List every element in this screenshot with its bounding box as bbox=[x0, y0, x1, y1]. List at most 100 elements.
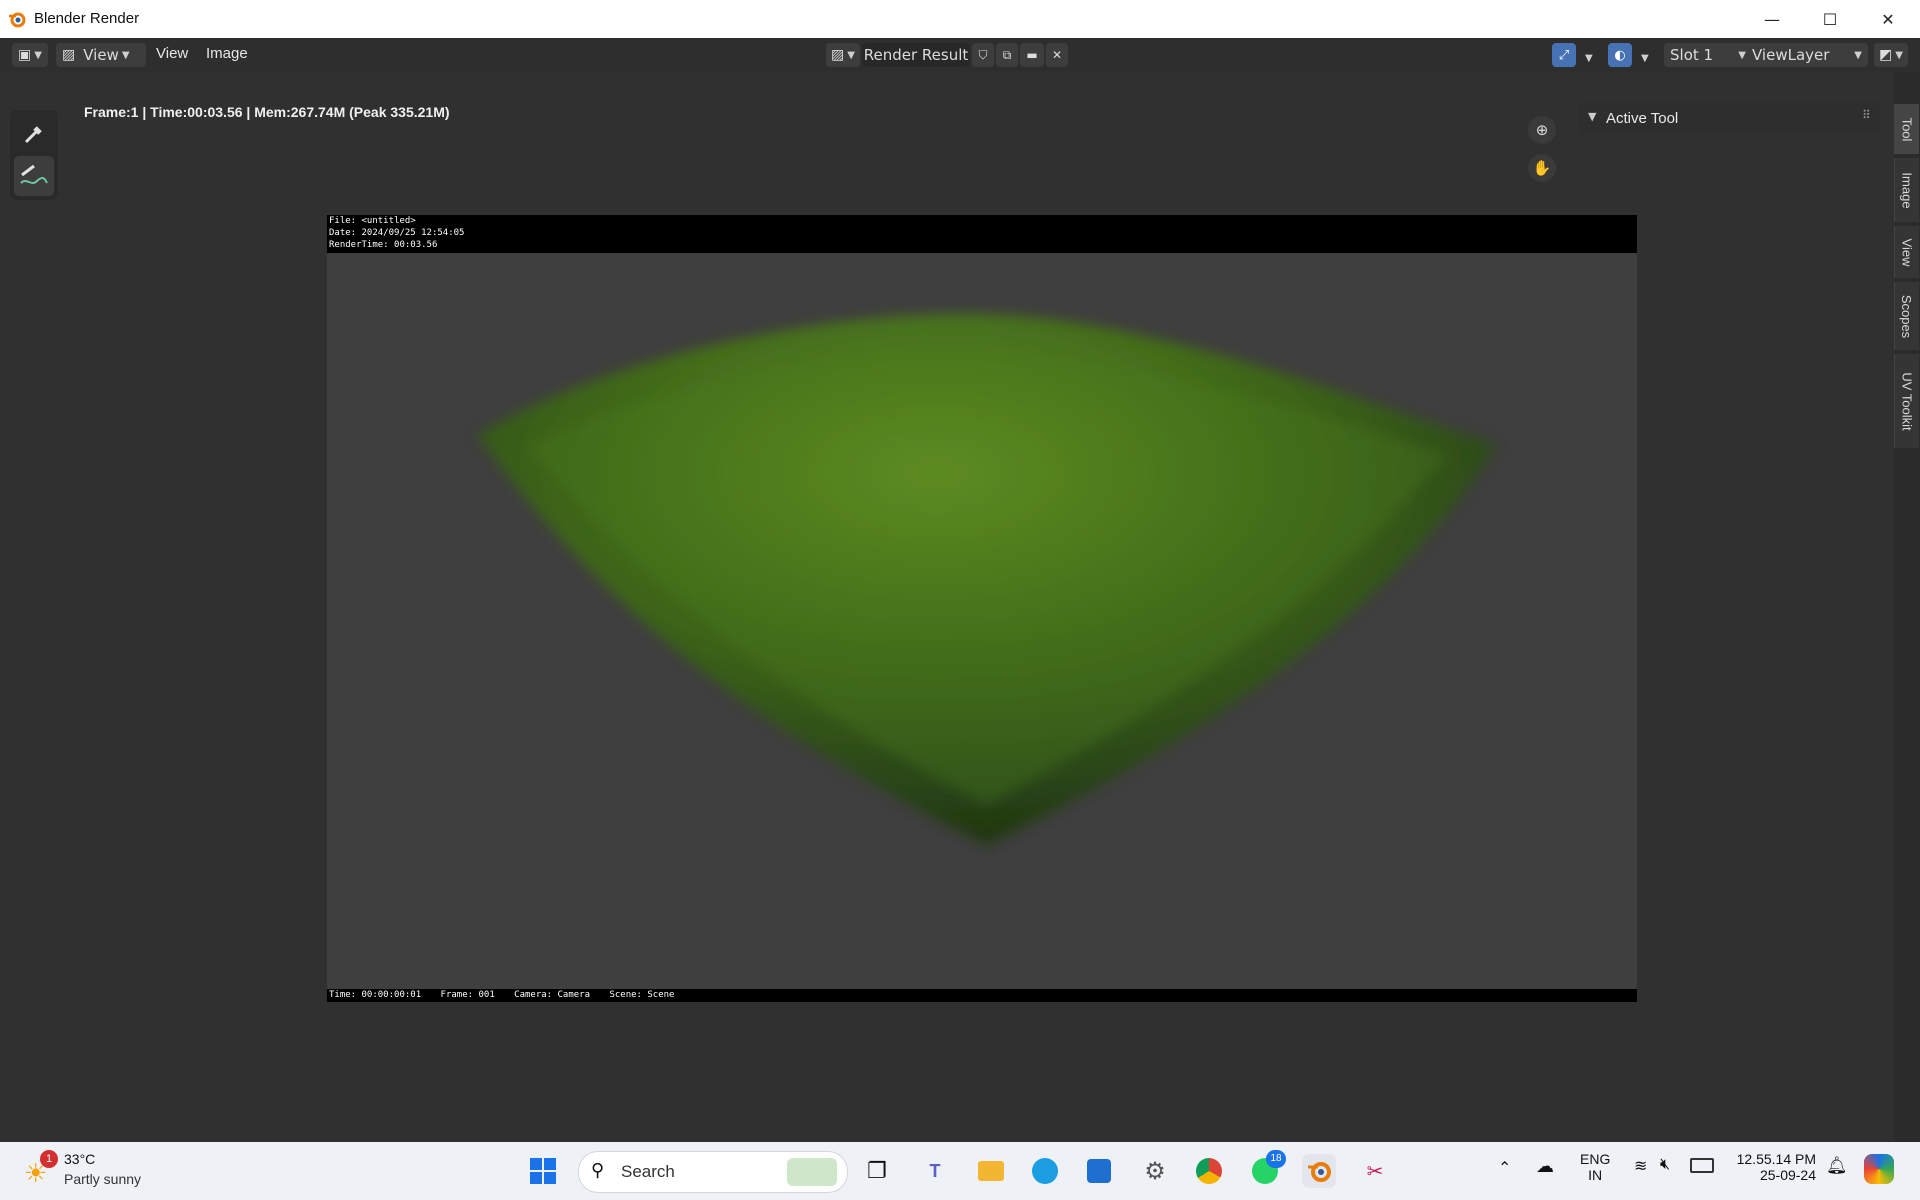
task-view-button[interactable]: ❐ bbox=[860, 1154, 894, 1188]
wifi-icon[interactable]: ≋ bbox=[1634, 1156, 1647, 1176]
battery-icon[interactable] bbox=[1690, 1158, 1714, 1173]
stamp-frame: Frame: 001 bbox=[440, 990, 495, 1000]
bell-icon[interactable]: 🔔︎ bbox=[1826, 1156, 1848, 1176]
show-hidden-icons-button[interactable]: ⌃ bbox=[1498, 1158, 1511, 1178]
menu-image[interactable]: Image bbox=[206, 45, 248, 62]
clock-date: 25-09-24 bbox=[1759, 1167, 1816, 1183]
edge-button[interactable] bbox=[1028, 1154, 1062, 1188]
new-image-button[interactable]: ⧉ bbox=[996, 43, 1018, 67]
chevron-down-icon: ▼ bbox=[1738, 49, 1746, 61]
tab-tool[interactable]: Tool bbox=[1894, 104, 1919, 154]
chrome-button[interactable] bbox=[1192, 1154, 1226, 1188]
chevron-down-icon: ▼ bbox=[1895, 49, 1903, 61]
view-layer-label: ViewLayer bbox=[1752, 46, 1830, 64]
clock[interactable]: 12.55.14 PM 25-09-24 bbox=[1734, 1151, 1816, 1183]
windows-taskbar: ☀ 1 33°C Partly sunny ⚲ Search ❐ T ⚙ 18 … bbox=[0, 1142, 1920, 1200]
stamp-scene: Scene: Scene bbox=[609, 990, 675, 1000]
window-title: Blender Render bbox=[34, 10, 140, 27]
start-button[interactable] bbox=[526, 1154, 560, 1188]
task-view-icon: ❐ bbox=[867, 1158, 887, 1183]
chevron-down-icon: ▼ bbox=[1588, 110, 1597, 123]
teams-button[interactable]: T bbox=[918, 1154, 952, 1188]
image-icon: ▨ bbox=[62, 47, 76, 63]
whatsapp-button[interactable]: 18 bbox=[1248, 1150, 1286, 1188]
blender-taskbar-button[interactable] bbox=[1302, 1154, 1336, 1188]
grass-render bbox=[477, 313, 1497, 845]
search-icon: ⚲ bbox=[591, 1160, 605, 1180]
editor-type-button[interactable]: ▣ ▼ bbox=[12, 43, 48, 67]
tab-uv-toolkit[interactable]: UV Toolkit bbox=[1894, 354, 1919, 448]
search-placeholder: Search bbox=[621, 1162, 675, 1181]
image-name-label: Render Result bbox=[863, 46, 969, 64]
whatsapp-badge: 18 bbox=[1266, 1150, 1286, 1168]
chrome-icon bbox=[1196, 1158, 1222, 1184]
close-button[interactable]: ✕ bbox=[1860, 0, 1916, 38]
stamp-time: Time: 00:00:00:01 bbox=[329, 990, 422, 1000]
minimize-button[interactable]: — bbox=[1744, 0, 1800, 38]
zoom-button[interactable]: ⊕ bbox=[1528, 116, 1556, 144]
render-result-image: File: <untitled> Date: 2024/09/25 12:54:… bbox=[327, 215, 1637, 1002]
sample-tool-button[interactable] bbox=[14, 114, 54, 154]
channels-icon: ◩ bbox=[1879, 47, 1893, 63]
weather-badge: 1 bbox=[40, 1150, 58, 1168]
render-stats: Frame:1 | Time:00:03.56 | Mem:267.74M (P… bbox=[84, 104, 450, 120]
language-bottom: IN bbox=[1588, 1167, 1603, 1183]
tab-view[interactable]: View bbox=[1894, 226, 1919, 278]
uv-sync-button[interactable]: ⤢ bbox=[1552, 43, 1576, 67]
shield-icon: ⛉ bbox=[978, 47, 988, 62]
view-mode-dropdown[interactable]: ▨ View ▼ bbox=[56, 43, 146, 67]
window-title-bar: Blender Render — ☐ ✕ bbox=[0, 0, 1920, 38]
fake-user-button[interactable]: ⛉ bbox=[972, 43, 994, 67]
annotate-tool-button[interactable] bbox=[14, 156, 54, 196]
overlays-icon: ◐ bbox=[1614, 47, 1626, 63]
slot-label: Slot 1 bbox=[1670, 46, 1714, 64]
close-icon: ✕ bbox=[1051, 48, 1063, 62]
store-button[interactable] bbox=[1082, 1154, 1116, 1188]
windows-logo-icon bbox=[530, 1158, 556, 1184]
browse-image-button[interactable]: ▨ ▼ bbox=[826, 43, 860, 67]
annotate-icon bbox=[20, 164, 48, 184]
weather-widget[interactable]: ☀ 1 bbox=[22, 1150, 58, 1188]
chevron-down-icon[interactable]: ▼ bbox=[1638, 47, 1649, 65]
clock-time: 12.55.14 PM bbox=[1736, 1151, 1816, 1167]
slot-dropdown[interactable]: Slot 1 ▼ bbox=[1664, 43, 1752, 67]
file-explorer-button[interactable] bbox=[974, 1154, 1008, 1188]
tab-image[interactable]: Image bbox=[1894, 158, 1919, 222]
chevron-down-icon: ▼ bbox=[121, 49, 130, 61]
folder-icon: ▬ bbox=[1026, 48, 1038, 62]
view-layer-dropdown[interactable]: ViewLayer ▼ bbox=[1746, 43, 1868, 67]
drag-handle-icon[interactable]: ⠿ bbox=[1862, 108, 1871, 122]
active-tool-panel[interactable]: ▼ Active Tool ⠿ bbox=[1578, 102, 1880, 134]
open-image-button[interactable]: ▬ bbox=[1020, 43, 1044, 67]
teams-icon: T bbox=[929, 1160, 941, 1181]
store-icon bbox=[1087, 1159, 1111, 1183]
settings-button[interactable]: ⚙ bbox=[1138, 1154, 1172, 1188]
zoom-icon: ⊕ bbox=[1535, 121, 1549, 139]
chevron-down-icon: ▼ bbox=[1854, 49, 1862, 61]
image-name-field[interactable]: Render Result bbox=[862, 43, 970, 67]
unlink-image-button[interactable]: ✕ bbox=[1046, 43, 1068, 67]
speaker-muted-icon[interactable]: 🔇︎ bbox=[1660, 1156, 1670, 1174]
folder-icon bbox=[978, 1161, 1004, 1181]
onedrive-icon[interactable]: ☁ bbox=[1536, 1156, 1554, 1177]
stamp-file: File: <untitled> bbox=[329, 216, 416, 226]
chevron-down-icon: ▼ bbox=[34, 49, 42, 61]
copilot-icon[interactable] bbox=[1864, 1154, 1894, 1184]
taskbar-search[interactable]: ⚲ Search bbox=[578, 1151, 848, 1193]
metadata-stamp-top: File: <untitled> Date: 2024/09/25 12:54:… bbox=[327, 215, 1637, 253]
overlays-button[interactable]: ◐ bbox=[1608, 43, 1632, 67]
display-channels-button[interactable]: ◩ ▼ bbox=[1874, 43, 1908, 67]
tab-scopes[interactable]: Scopes bbox=[1894, 282, 1919, 350]
blender-icon bbox=[1308, 1162, 1331, 1182]
chevron-down-icon[interactable]: ▼ bbox=[1582, 47, 1593, 65]
hand-icon: ✋ bbox=[1532, 159, 1552, 177]
snipping-tool-button[interactable]: ✂ bbox=[1358, 1154, 1392, 1188]
edge-icon bbox=[1032, 1158, 1058, 1184]
stamp-camera: Camera: Camera bbox=[514, 990, 591, 1000]
menu-view[interactable]: View bbox=[156, 45, 188, 62]
weather-temp: 33°C bbox=[64, 1151, 96, 1167]
blender-logo-icon bbox=[8, 10, 26, 28]
language-indicator[interactable]: ENG IN bbox=[1580, 1151, 1610, 1183]
pan-button[interactable]: ✋ bbox=[1528, 154, 1556, 182]
maximize-button[interactable]: ☐ bbox=[1802, 0, 1858, 38]
